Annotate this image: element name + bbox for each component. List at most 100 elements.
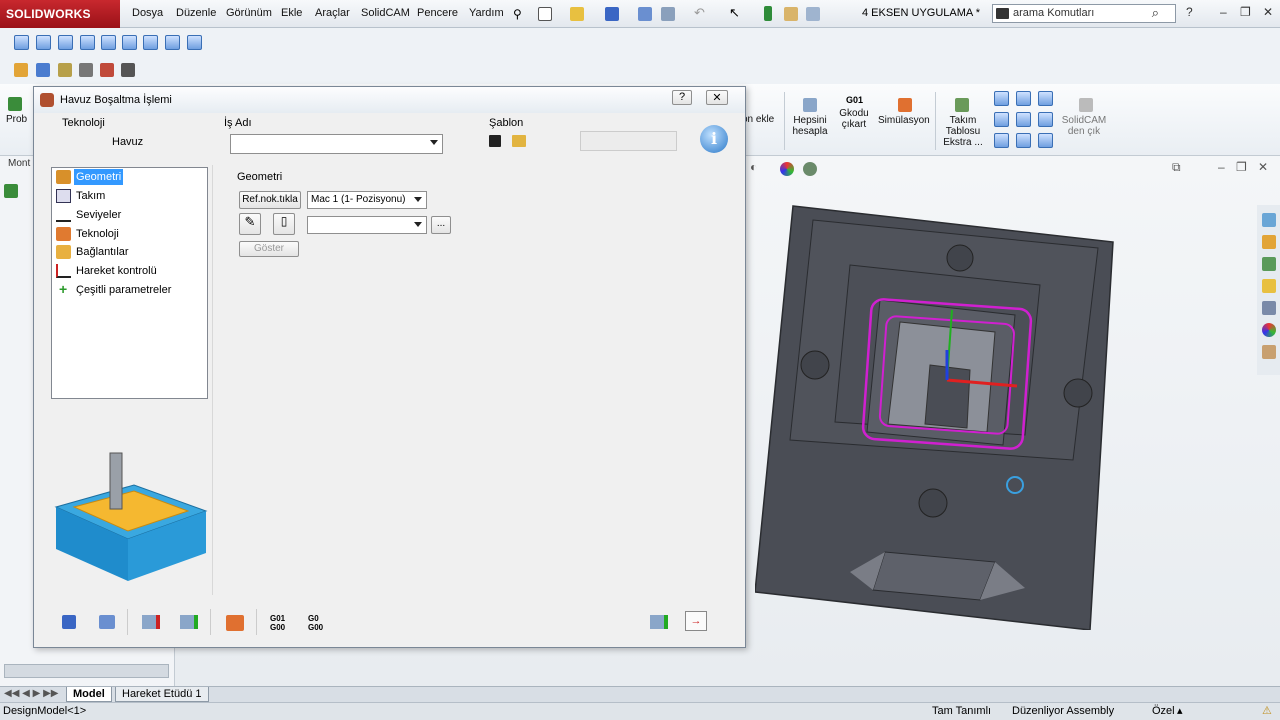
menu-yardim[interactable]: Yardım [469, 7, 504, 19]
menu-dosya[interactable]: Dosya [132, 7, 163, 19]
list-icon[interactable] [806, 7, 820, 21]
task-view-icon[interactable] [1262, 301, 1276, 315]
menu-araclar[interactable]: Araçlar [315, 7, 350, 19]
cmd-icon-9[interactable] [1038, 133, 1053, 148]
menu-ekle[interactable]: Ekle [281, 7, 302, 19]
tree-item-geometry[interactable]: Geometri [74, 169, 124, 185]
toolbar-icon-4[interactable] [80, 35, 95, 50]
tool-icon[interactable] [79, 63, 93, 77]
units-chevron-icon[interactable]: ▴ [1177, 704, 1183, 717]
dialog-titlebar[interactable]: Havuz Boşaltma İşlemi ? ✕ [34, 87, 745, 113]
job-name-combo[interactable] [230, 134, 443, 154]
show-button[interactable]: Göster [239, 241, 299, 257]
new-document-icon[interactable] [538, 7, 552, 21]
task-explorer-icon[interactable] [1262, 279, 1276, 293]
export-icon[interactable] [142, 615, 160, 629]
search-input[interactable]: arama Komutları ⌕ [992, 4, 1176, 23]
cmd-icon-5[interactable] [1016, 112, 1031, 127]
print-preview-icon[interactable] [661, 7, 675, 21]
edit-geometry-button[interactable]: ✎ [239, 213, 261, 235]
calculate-all-icon[interactable] [803, 98, 817, 112]
viewport-restore-icon[interactable]: ⧉ [1172, 160, 1181, 175]
tree-item-links[interactable]: Bağlantılar [74, 244, 131, 260]
tree-item-levels[interactable]: Seviyeler [74, 207, 123, 223]
toolbar-icon-5[interactable] [101, 35, 116, 50]
close-icon[interactable]: ✕ [1263, 5, 1273, 19]
template-open-icon[interactable] [512, 135, 526, 147]
viewport-max-icon[interactable]: ❐ [1236, 160, 1247, 174]
tree-icon[interactable] [4, 184, 18, 198]
geometry-select[interactable] [307, 216, 427, 234]
machine-icon[interactable] [58, 63, 72, 77]
toolbar-icon-2[interactable] [36, 35, 51, 50]
save-icon[interactable] [62, 615, 76, 629]
mac-select[interactable]: Mac 1 (1- Pozisyonu) [307, 191, 427, 209]
add-operation-icon[interactable] [180, 615, 198, 629]
cmd-icon-6[interactable] [1038, 112, 1053, 127]
tree-item-technology[interactable]: Teknoloji [74, 226, 121, 242]
tree-item-motion-control[interactable]: Hareket kontrolü [74, 263, 159, 279]
restore-icon[interactable]: ❐ [1240, 5, 1251, 19]
add-label[interactable]: on ekle [742, 114, 774, 125]
cmd-icon-1[interactable] [994, 91, 1009, 106]
appearance-icon[interactable] [780, 162, 794, 176]
browse-button[interactable]: ... [431, 216, 451, 234]
simulation-label[interactable]: Simülasyon [878, 115, 930, 126]
open-folder-icon[interactable] [570, 7, 584, 21]
gcode-label[interactable]: Gkodu çıkart [837, 108, 871, 130]
template-field[interactable] [580, 131, 677, 151]
menu-solidcam[interactable]: SolidCAM [361, 7, 410, 19]
gcode-icon[interactable]: G01 G00 [270, 614, 285, 632]
tab-motion-study[interactable]: Hareket Etüdü 1 [115, 687, 209, 702]
exit-solidcam-icon[interactable] [1079, 98, 1093, 112]
tree-item-misc-params[interactable]: Çeşitli parametreler [74, 282, 173, 298]
select-arrow-icon[interactable]: ↖ [729, 5, 740, 21]
toolbar-icon-1[interactable] [14, 35, 29, 50]
3d-part-model[interactable] [755, 200, 1130, 630]
status-units[interactable]: Özel [1152, 705, 1175, 717]
tool-table-icon[interactable] [955, 98, 969, 112]
toolbar-icon-7[interactable] [143, 35, 158, 50]
task-resources-icon[interactable] [1262, 235, 1276, 249]
probe-icon[interactable] [8, 97, 22, 111]
simulate-icon[interactable] [226, 615, 244, 631]
viewport-close-icon[interactable]: ✕ [1258, 160, 1268, 174]
viewport-minimize-icon[interactable]: – [1218, 160, 1225, 174]
horizontal-scrollbar[interactable] [4, 664, 169, 678]
tab-nav-icon[interactable]: ◀◀ ◀ ▶ ▶▶ [4, 688, 58, 699]
assembly-tab[interactable]: Mont [8, 158, 30, 169]
cmd-icon-8[interactable] [1016, 133, 1031, 148]
template-save-icon[interactable] [489, 135, 501, 147]
cut-icon[interactable] [121, 63, 135, 77]
traffic-light-icon[interactable] [764, 6, 772, 21]
menu-gorunum[interactable]: Görünüm [226, 7, 272, 19]
dialog-close-button[interactable]: ✕ [706, 90, 728, 105]
tab-model[interactable]: Model [66, 687, 112, 702]
menu-duzenle[interactable]: Düzenle [176, 7, 216, 19]
cmd-icon-7[interactable] [994, 133, 1009, 148]
scene-icon[interactable] [803, 162, 817, 176]
toolbar-icon-3[interactable] [58, 35, 73, 50]
ref-point-button[interactable]: Ref.nok.tıkla [239, 191, 301, 209]
save-icon[interactable] [605, 7, 619, 21]
info-icon[interactable]: i [700, 125, 728, 153]
cmd-icon-4[interactable] [994, 112, 1009, 127]
pin-icon[interactable]: ⚲ [513, 7, 522, 21]
tool-table-label[interactable]: Takım Tablosu Ekstra ... [940, 115, 986, 148]
exit-icon[interactable]: → [685, 611, 707, 631]
task-library-icon[interactable] [1262, 257, 1276, 271]
toolbar-icon-6[interactable] [122, 35, 137, 50]
task-home-icon[interactable] [1262, 213, 1276, 227]
gcode-all-icon[interactable]: G0 G00 [308, 614, 323, 632]
toolbar-icon-8[interactable] [165, 35, 180, 50]
wrench-icon[interactable] [36, 63, 50, 77]
save-calculate-icon[interactable] [99, 615, 115, 629]
dialog-help-button[interactable]: ? [672, 90, 692, 105]
cmd-icon-2[interactable] [1016, 91, 1031, 106]
help-icon[interactable]: ? [1186, 5, 1193, 19]
solidworks-logo[interactable]: SOLIDWORKS [0, 0, 120, 28]
rebuild-icon[interactable]: ⚠ [1262, 704, 1272, 717]
undo-icon[interactable]: ↶ [694, 5, 705, 21]
settings-icon[interactable] [14, 63, 28, 77]
tree-item-tool[interactable]: Takım [74, 188, 107, 204]
